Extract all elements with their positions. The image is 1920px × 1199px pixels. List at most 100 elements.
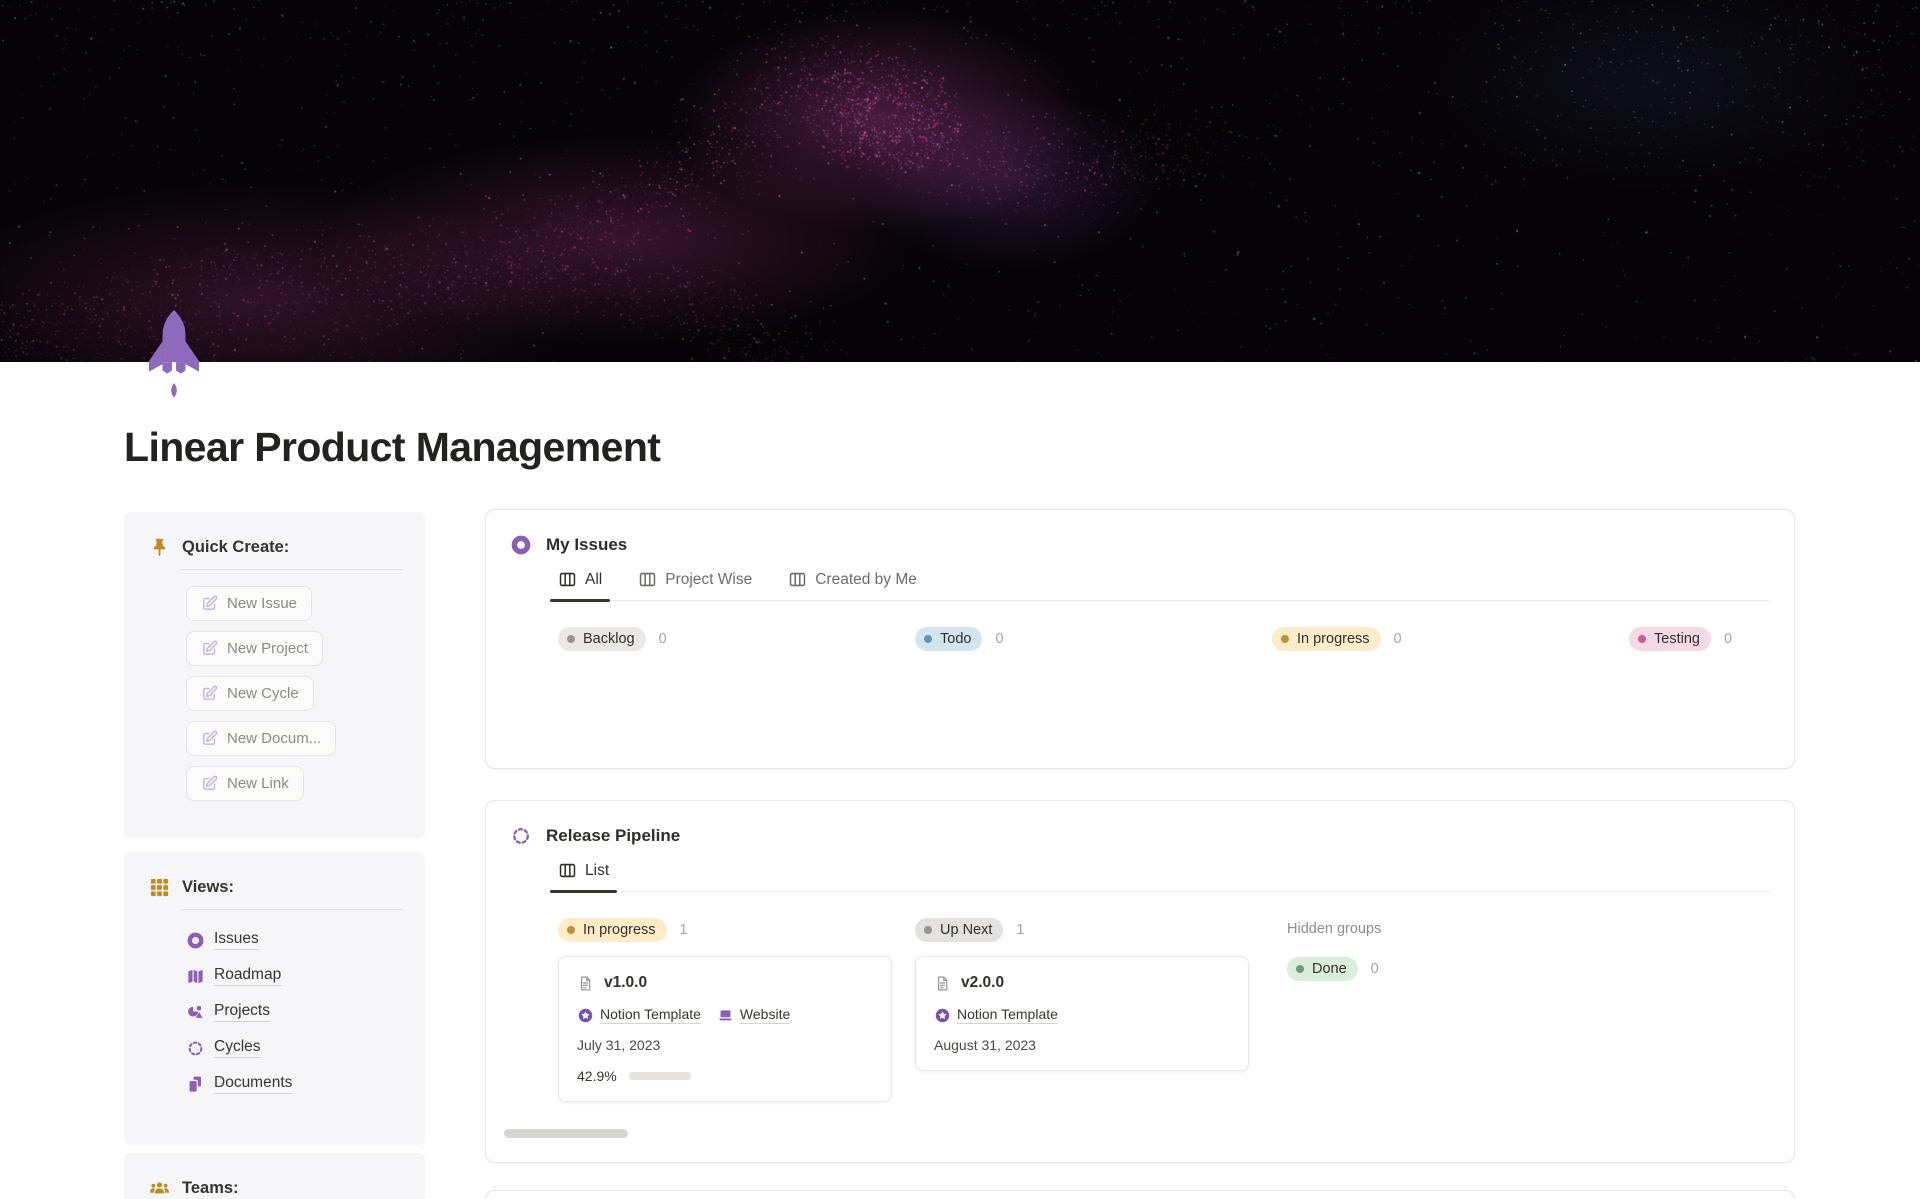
button-label: New Link [227, 775, 289, 792]
progress-row: 42.9% [577, 1068, 873, 1084]
edit-icon [203, 595, 218, 610]
group-backlog: Backlog 0 [558, 627, 915, 651]
starfield-nebula [0, 0, 1920, 362]
page-icon [580, 975, 591, 991]
group-header-chip[interactable]: Testing [1629, 627, 1711, 651]
view-link-label: Roadmap [214, 966, 282, 986]
group-label: In progress [583, 922, 656, 938]
progress-percent: 42.9% [577, 1068, 617, 1084]
views-panel: Views: Issues Roadmap Projects Cycles Do… [124, 852, 425, 1145]
donut-circle-icon [511, 535, 531, 555]
people-icon [150, 1182, 169, 1194]
website-link[interactable]: Website [717, 1006, 791, 1024]
new-issue-button[interactable]: New Issue [186, 586, 313, 621]
release-card-v2[interactable]: v2.0.0 Notion Template August 31, 2023 [915, 956, 1249, 1071]
new-cycle-button[interactable]: New Cycle [186, 676, 314, 711]
link-label: Website [739, 1006, 791, 1024]
status-dot [924, 926, 932, 934]
view-link-label: Projects [214, 1002, 270, 1022]
grid-icon [150, 878, 169, 897]
donut-circle-icon [187, 932, 204, 948]
view-link-label: Cycles [214, 1038, 261, 1058]
group-count: 1 [1016, 922, 1025, 938]
button-label: New Docum... [227, 730, 322, 747]
board-columns-icon [640, 572, 656, 587]
group-label: Up Next [940, 922, 993, 938]
map-icon [188, 969, 203, 983]
board-columns-icon [790, 572, 806, 587]
release-date: July 31, 2023 [577, 1037, 661, 1053]
new-document-button[interactable]: New Docum... [186, 721, 337, 756]
status-dot [924, 635, 932, 643]
group-header-chip[interactable]: Todo [915, 627, 983, 651]
tab-label: All [585, 570, 603, 588]
board-column-hidden: Hidden groups Done 0 [1272, 918, 1644, 1102]
pushpin-icon [153, 538, 166, 557]
my-issues-title: My Issues [546, 535, 628, 554]
group-header-chip[interactable]: In progress [1272, 627, 1381, 651]
page-icon [937, 975, 948, 991]
status-dot [1296, 965, 1304, 973]
group-count: 0 [1723, 631, 1733, 647]
group-label: Backlog [583, 631, 635, 647]
board-columns-icon [559, 572, 576, 587]
laptop-icon [719, 1009, 732, 1020]
group-label: Testing [1654, 631, 1700, 647]
status-dot [567, 635, 575, 643]
hidden-groups-toggle[interactable]: Hidden groups [1287, 921, 1644, 937]
tab-label: List [585, 861, 610, 879]
release-item-title: v1.0.0 [604, 974, 648, 991]
link-label: Notion Template [600, 1006, 701, 1024]
tab-project-wise[interactable]: Project Wise [638, 570, 752, 600]
tab-label: Project Wise [665, 570, 753, 588]
status-dot [1638, 635, 1646, 643]
shapes-icon [188, 1005, 203, 1018]
notion-template-link[interactable]: Notion Template [934, 1006, 1058, 1024]
board-columns-icon [559, 863, 576, 878]
group-count: 0 [658, 631, 667, 647]
tab-created-by-me[interactable]: Created by Me [788, 570, 917, 600]
tab-label: Created by Me [815, 570, 917, 588]
release-pipeline-title: Release Pipeline [546, 826, 681, 845]
group-header-chip[interactable]: Done [1287, 957, 1358, 981]
release-card-v1[interactable]: v1.0.0 Notion Template Website July 31, … [558, 956, 892, 1102]
button-label: New Project [227, 640, 308, 657]
group-header-chip[interactable]: In progress [558, 918, 667, 942]
quick-create-title: Quick Create: [182, 538, 290, 556]
page-title[interactable]: Linear Product Management [124, 424, 661, 471]
button-label: New Issue [227, 595, 298, 612]
group-todo: Todo 0 [915, 627, 1272, 651]
new-project-button[interactable]: New Project [186, 631, 323, 666]
group-count: 0 [995, 631, 1004, 647]
group-count: 0 [1393, 631, 1402, 647]
group-label: Done [1312, 961, 1347, 977]
rocket-icon[interactable] [142, 310, 206, 406]
group-count: 1 [679, 922, 688, 938]
sidebar-item-projects[interactable]: Projects [186, 1002, 425, 1022]
tab-all[interactable]: All [549, 570, 611, 602]
next-section-card [485, 1190, 1795, 1199]
divider [182, 569, 403, 570]
board-column-in-progress: In progress 1 v1.0.0 Notion Template Web… [558, 918, 915, 1102]
horizontal-scrollbar-thumb[interactable] [504, 1129, 628, 1138]
notion-template-link[interactable]: Notion Template [577, 1006, 701, 1024]
group-header-chip[interactable]: Up Next [915, 918, 1004, 942]
divider [182, 909, 403, 910]
sidebar-item-issues[interactable]: Issues [186, 930, 425, 950]
quick-create-panel: Quick Create: New Issue New Project New … [124, 512, 425, 838]
group-label: In progress [1297, 631, 1370, 647]
views-title: Views: [182, 878, 234, 896]
group-header-chip[interactable]: Backlog [558, 627, 646, 651]
new-link-button[interactable]: New Link [186, 766, 304, 801]
tab-list[interactable]: List [549, 861, 618, 893]
view-link-label: Issues [214, 930, 259, 950]
sidebar-item-cycles[interactable]: Cycles [186, 1038, 425, 1058]
notion-page: Linear Product Management Quick Create: … [0, 0, 1920, 1199]
progress-bar [628, 1072, 691, 1080]
group-label: Todo [940, 631, 972, 647]
edit-icon [203, 685, 218, 700]
sidebar-item-documents[interactable]: Documents [186, 1074, 425, 1094]
dashed-circle-icon [513, 828, 529, 844]
sidebar-item-roadmap[interactable]: Roadmap [186, 966, 425, 986]
group-testing: Testing 0 [1629, 627, 1920, 651]
